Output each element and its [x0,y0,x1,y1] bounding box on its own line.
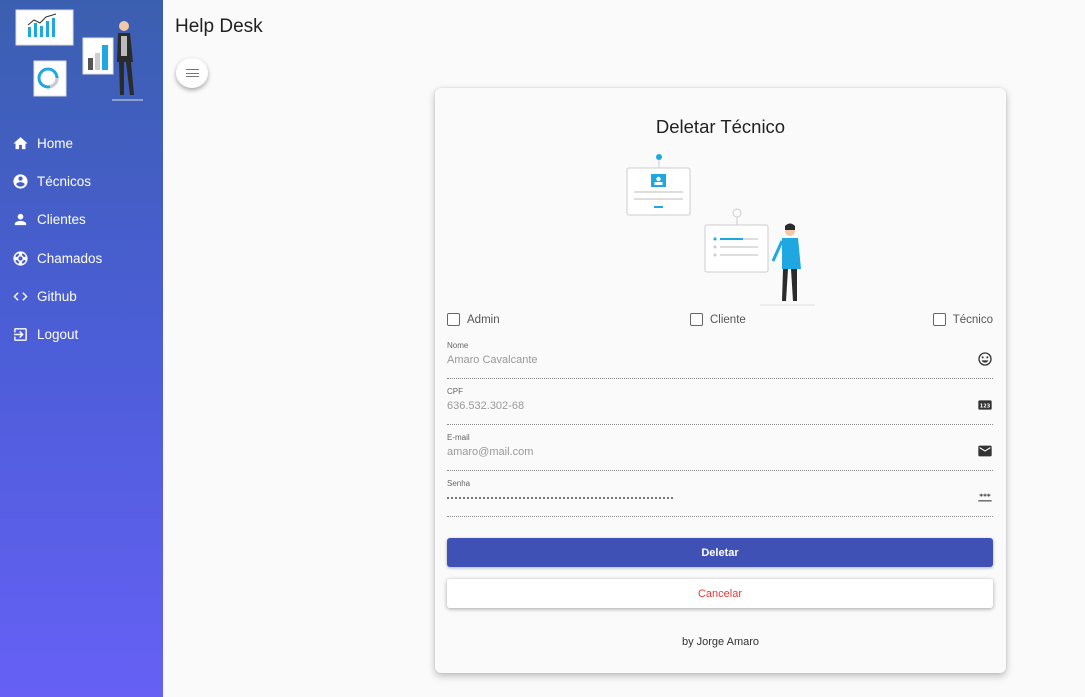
sidebar: Home Técnicos Clientes Chamados Github L… [0,0,163,697]
home-icon [11,134,29,152]
field-label: Nome [447,341,469,350]
checkbox-box[interactable] [447,313,460,326]
menu-toggle-button[interactable] [176,58,208,88]
smile-icon [977,351,993,367]
field-label: Senha [447,479,471,488]
cancel-button[interactable]: Cancelar [447,579,993,608]
delete-button[interactable]: Deletar [447,538,993,567]
password-input[interactable] [447,497,673,499]
dashboard-illustration [15,9,143,101]
sidebar-item-home[interactable]: Home [0,124,163,162]
cpf-field[interactable]: CPF 636.532.302-68 123 [447,387,993,425]
sidebar-item-label: Home [37,135,74,151]
sidebar-item-label: Clientes [37,212,86,228]
admin-checkbox[interactable]: Admin [447,313,500,326]
cpf-input[interactable]: 636.532.302-68 [447,400,524,412]
checkbox-box[interactable] [690,313,703,326]
code-icon [11,287,29,305]
nome-input[interactable]: Amaro Cavalcante [447,354,538,366]
sidebar-item-clientes[interactable]: Clientes [0,201,163,239]
delete-technician-card: Deletar Técnico Admin Cliente Técnico No… [435,88,1006,673]
field-label: CPF [447,387,463,396]
email-field[interactable]: E-mail amaro@mail.com [447,433,993,471]
sidebar-item-label: Chamados [37,250,103,266]
checkbox-label: Admin [467,313,500,326]
checkbox-label: Técnico [952,313,993,326]
mail-icon [977,443,993,459]
nome-field[interactable]: Nome Amaro Cavalcante [447,341,993,379]
menu-icon [185,69,199,77]
sidebar-item-chamados[interactable]: Chamados [0,239,163,277]
checkbox-label: Cliente [710,313,746,326]
checkbox-box[interactable] [932,313,946,326]
svg-text:123: 123 [980,403,991,409]
numbers-icon: 123 [977,397,993,413]
delete-illustration [626,154,815,306]
email-input[interactable]: amaro@mail.com [447,446,533,458]
tecnico-checkbox[interactable]: Técnico [932,313,993,326]
logout-icon [11,326,29,344]
lifebuoy-icon [11,249,29,267]
senha-field[interactable]: Senha *** [447,479,993,517]
svg-text:***: *** [979,491,991,500]
person-icon [11,211,29,229]
footer-credit: by Jorge Amaro [681,636,760,648]
sidebar-item-tecnicos[interactable]: Técnicos [0,162,163,200]
sidebar-item-github[interactable]: Github [0,277,163,315]
profile-checkboxes: Admin Cliente Técnico [447,313,993,329]
sidebar-item-logout[interactable]: Logout [0,315,163,353]
app-title: Help Desk [175,16,263,37]
card-title: Deletar Técnico [655,116,786,137]
cliente-checkbox[interactable]: Cliente [690,313,746,326]
field-label: E-mail [447,433,470,442]
sidebar-item-label: Logout [37,327,79,343]
sidebar-nav: Home Técnicos Clientes Chamados Github L… [0,124,163,354]
sidebar-item-label: Técnicos [37,173,92,189]
password-icon: *** [977,489,993,505]
account-circle-icon [11,172,29,190]
sidebar-item-label: Github [37,288,77,304]
